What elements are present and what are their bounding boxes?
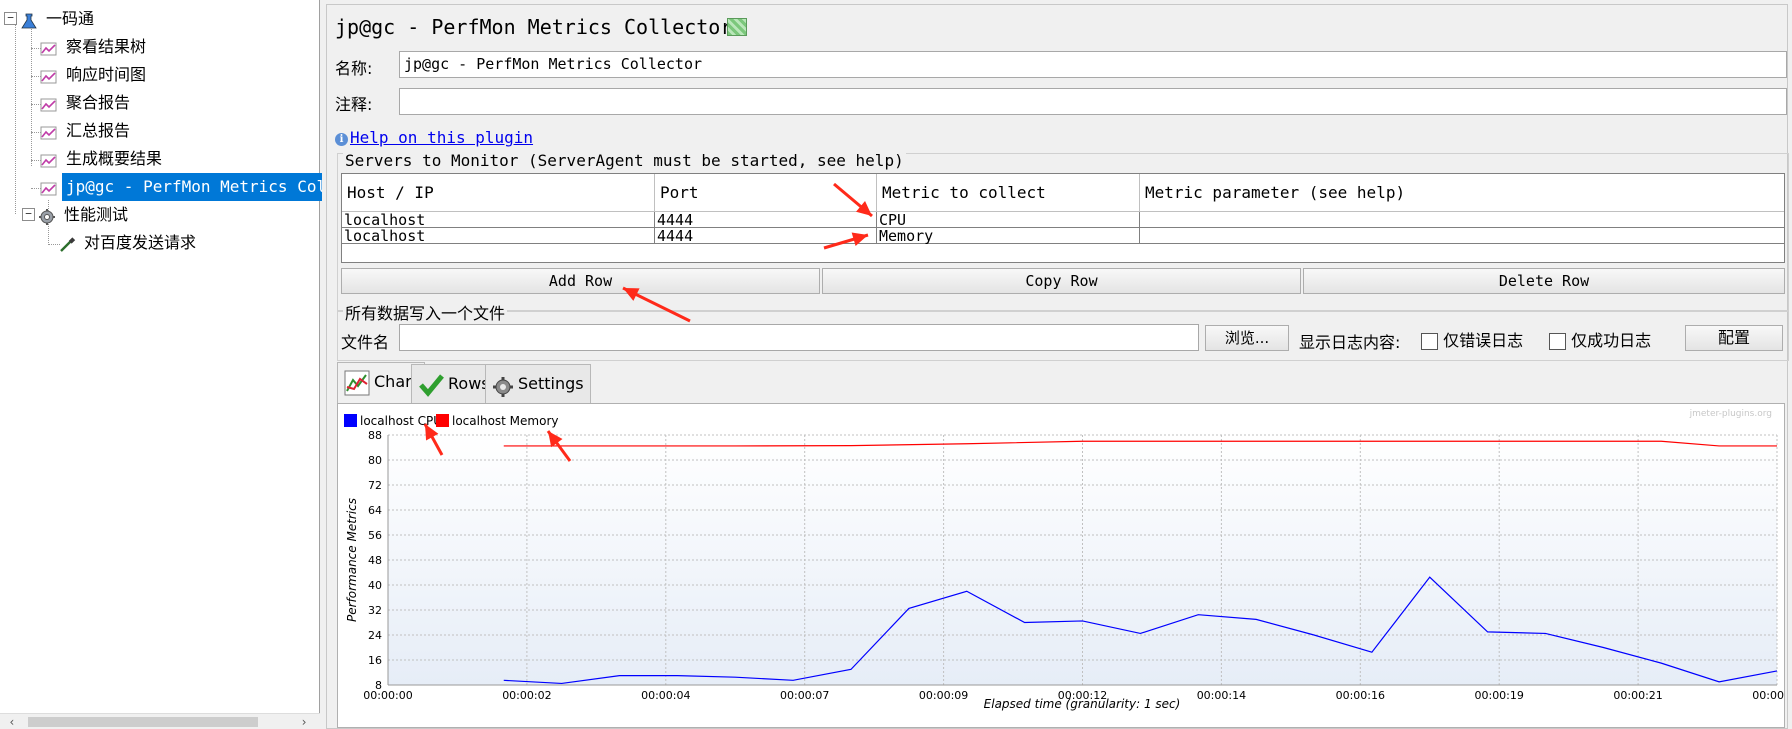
x-tick-label: 00:00:04 <box>641 689 690 702</box>
tree-node-aggregate-report[interactable]: 聚合报告 <box>40 89 134 117</box>
y-tick-label: 24 <box>368 629 382 642</box>
pipette-icon <box>58 235 76 253</box>
y-axis-label: Performance Metrics <box>345 498 359 622</box>
legend-memory[interactable]: localhost Memory <box>436 414 558 428</box>
y-tick-label: 64 <box>368 504 382 517</box>
cell-host[interactable]: localhost <box>342 212 655 228</box>
cell-metric[interactable]: CPU <box>877 212 1140 228</box>
cell-port[interactable]: 4444 <box>655 212 877 228</box>
name-input[interactable]: jp@gc - PerfMon Metrics Collector <box>399 51 1787 78</box>
x-tick-label: 00:00:19 <box>1474 689 1523 702</box>
name-label: 名称: <box>335 59 373 78</box>
scroll-left-icon[interactable]: ‹ <box>4 714 20 729</box>
x-tick-label: 00:00:21 <box>1613 689 1662 702</box>
test-plan-tree[interactable]: − 一码通 察看结果树 响应时间图 聚合报告 汇总报告 生成概要结果 jp@gc… <box>0 0 322 729</box>
filename-label: 文件名 <box>341 333 390 352</box>
column-header-port[interactable]: Port <box>655 174 877 212</box>
errors-only-checkbox[interactable] <box>1421 333 1438 350</box>
x-tick-label: 00:00:00 <box>363 689 412 702</box>
table-row[interactable]: localhost 4444 Memory <box>342 228 1784 244</box>
y-tick-label: 72 <box>368 479 382 492</box>
cell-parameter[interactable] <box>1140 228 1784 244</box>
comment-label: 注释: <box>335 95 373 114</box>
tree-node-thread-group[interactable]: 性能测试 <box>38 201 132 229</box>
gear-icon <box>492 374 514 397</box>
filename-input[interactable] <box>399 324 1199 351</box>
configure-button[interactable]: 配置 <box>1685 325 1783 351</box>
help-link[interactable]: i Help on this plugin <box>335 128 533 147</box>
tree-node-generate-summary-results[interactable]: 生成概要结果 <box>40 145 166 173</box>
tree-horizontal-scrollbar[interactable]: ‹ › <box>0 713 320 729</box>
y-tick-label: 80 <box>368 454 382 467</box>
legend-swatch-cpu <box>344 414 357 427</box>
tree-node-root[interactable]: 一码通 <box>20 5 98 33</box>
x-tick-label: 00:00:24 <box>1752 689 1785 702</box>
tree-node-http-sampler[interactable]: 对百度发送请求 <box>58 229 200 257</box>
y-tick-label: 40 <box>368 579 382 592</box>
page-title: jp@gc - PerfMon Metrics Collector <box>335 15 733 39</box>
log-display-label: 显示日志内容: <box>1299 333 1401 352</box>
x-tick-label: 00:00:16 <box>1336 689 1385 702</box>
delete-row-button[interactable]: Delete Row <box>1303 268 1785 294</box>
file-group-title: 所有数据写入一个文件 <box>343 300 508 324</box>
flask-icon <box>20 11 38 29</box>
y-tick-label: 32 <box>368 604 382 617</box>
scrollbar-thumb[interactable] <box>28 717 258 727</box>
graph-icon <box>40 67 58 85</box>
column-header-metric[interactable]: Metric to collect <box>877 174 1140 212</box>
chart-canvas: 816243240485664728088 00:00:00 00:00:02 00… <box>345 409 1785 711</box>
cell-parameter[interactable] <box>1140 212 1784 228</box>
success-only-checkbox[interactable] <box>1549 333 1566 350</box>
x-axis-label: Elapsed time (granularity: 1 sec) <box>984 697 1181 711</box>
servers-group-title: Servers to Monitor (ServerAgent must be … <box>343 151 906 170</box>
column-header-parameter[interactable]: Metric parameter (see help) <box>1140 174 1784 212</box>
y-tick-label: 56 <box>368 529 382 542</box>
cell-host[interactable]: localhost <box>342 228 655 244</box>
legend-swatch-memory <box>436 414 449 427</box>
collapse-toggle[interactable]: − <box>22 208 35 221</box>
tab-rows[interactable]: Rows <box>411 364 497 404</box>
chart-icon <box>344 370 370 396</box>
scroll-right-icon[interactable]: › <box>296 714 312 729</box>
perfmon-chart[interactable]: 8 16 24 32 40 48 56 64 72 80 88 00:00:00 00:00:02 00… <box>337 403 1785 728</box>
tree-node-view-results-tree[interactable]: 察看结果树 <box>40 33 150 61</box>
copy-row-button[interactable]: Copy Row <box>822 268 1301 294</box>
x-tick-label: 00:00:02 <box>502 689 551 702</box>
comment-input[interactable] <box>399 88 1787 115</box>
x-tick-label: 00:00:09 <box>919 689 968 702</box>
tab-settings[interactable]: Settings <box>485 364 591 404</box>
tree-node-response-time-graph[interactable]: 响应时间图 <box>40 61 150 89</box>
y-tick-label: 48 <box>368 554 382 567</box>
perfmon-settings-panel: jp@gc - PerfMon Metrics Collector 名称: jp… <box>326 4 1789 729</box>
servers-table[interactable]: Host / IP Port Metric to collect Metric … <box>341 173 1785 263</box>
browse-button[interactable]: 浏览... <box>1205 325 1289 351</box>
table-row[interactable]: localhost 4444 CPU <box>342 212 1784 228</box>
graph-icon <box>40 123 58 141</box>
add-row-button[interactable]: Add Row <box>341 268 820 294</box>
graph-icon <box>40 39 58 57</box>
graph-icon <box>40 95 58 113</box>
info-icon: i <box>335 133 348 146</box>
errors-only-option[interactable]: 仅错误日志 <box>1421 327 1523 351</box>
cell-port[interactable]: 4444 <box>655 228 877 244</box>
y-tick-label: 88 <box>368 429 382 442</box>
x-tick-label: 00:00:07 <box>780 689 829 702</box>
column-header-host[interactable]: Host / IP <box>342 174 655 212</box>
cell-metric[interactable]: Memory <box>877 228 1140 244</box>
graph-icon <box>40 151 58 169</box>
collapse-toggle[interactable]: − <box>4 12 17 25</box>
x-tick-label: 00:00:14 <box>1197 689 1246 702</box>
chart-watermark: jmeter-plugins.org <box>1689 409 1772 419</box>
graph-icon <box>40 179 58 197</box>
gear-icon <box>38 207 56 225</box>
checkmark-icon <box>418 372 444 398</box>
y-tick-label: 16 <box>368 654 382 667</box>
tree-node-perfmon-collector[interactable]: jp@gc - PerfMon Metrics Collector <box>40 173 322 201</box>
legend-cpu[interactable]: localhost CPU <box>344 414 442 428</box>
resize-icon[interactable] <box>727 18 747 36</box>
success-only-option[interactable]: 仅成功日志 <box>1549 327 1651 351</box>
tree-node-summary-report[interactable]: 汇总报告 <box>40 117 134 145</box>
